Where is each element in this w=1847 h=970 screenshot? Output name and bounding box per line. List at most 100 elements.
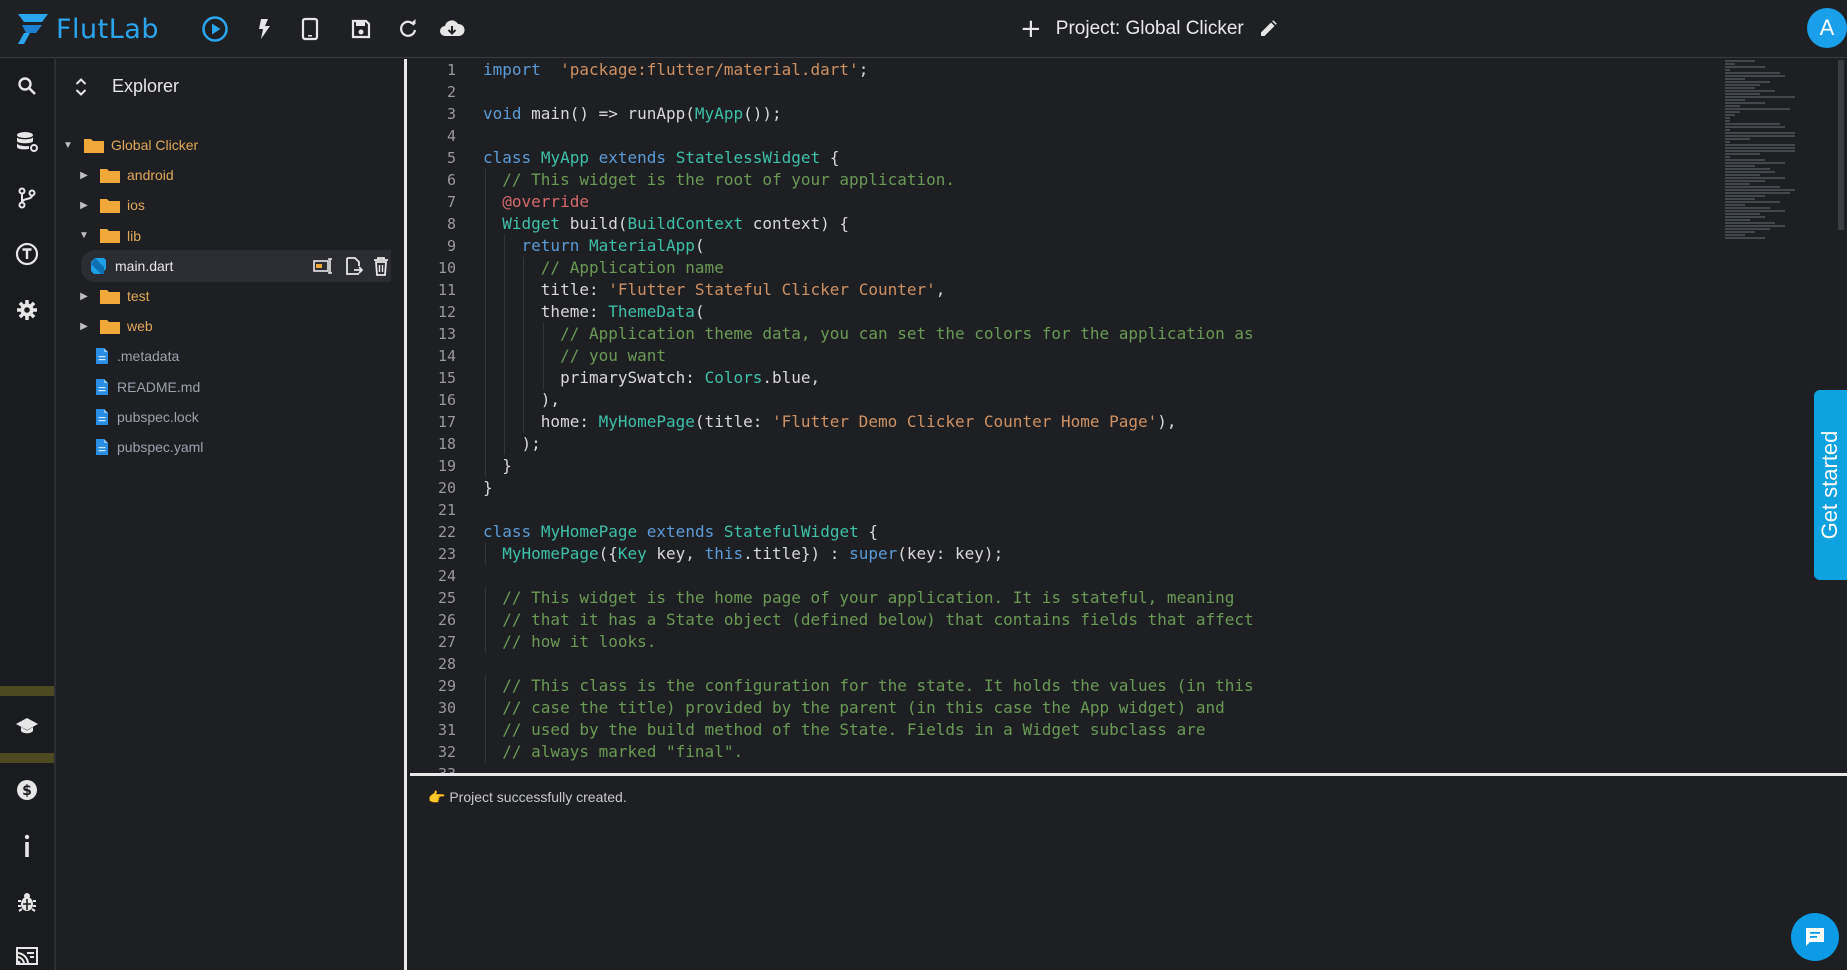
cast-button[interactable] [0, 929, 54, 970]
caret-down-icon[interactable]: ▼ [61, 138, 75, 152]
code-line[interactable]: @override [483, 191, 1254, 213]
search-button[interactable] [0, 59, 54, 113]
code-line[interactable]: // that it has a State object (defined b… [483, 609, 1254, 631]
delete-icon[interactable] [373, 256, 389, 276]
line-number: 33 [410, 763, 458, 773]
code-line[interactable]: // case the title) provided by the paren… [483, 697, 1254, 719]
download-button[interactable] [434, 11, 470, 47]
code-line[interactable]: void main() => runApp(MyApp()); [483, 103, 1254, 125]
caret-down-icon[interactable]: ▼ [77, 229, 91, 243]
code-line[interactable]: // Application theme data, you can set t… [483, 323, 1254, 345]
line-number: 8 [446, 215, 456, 233]
folder-android[interactable]: ▶ android [57, 159, 397, 191]
save-button[interactable] [343, 11, 379, 47]
typography-button[interactable] [0, 227, 54, 281]
file-pubspec-lock[interactable]: pubspec.lock [57, 401, 397, 433]
code-line[interactable]: ); [483, 433, 1254, 455]
code-token: import [483, 60, 541, 79]
minimap-line [1725, 123, 1780, 125]
collapse-expand-icon[interactable] [74, 77, 88, 97]
pricing-button[interactable]: $ [0, 763, 54, 817]
code-line[interactable]: // used by the build method of the State… [483, 719, 1254, 741]
code-line[interactable]: theme: ThemeData( [483, 301, 1254, 323]
code-line[interactable]: } [483, 455, 1254, 477]
code-line[interactable]: // Application name [483, 257, 1254, 279]
learn-button[interactable] [0, 699, 54, 753]
code-line[interactable] [483, 81, 1254, 103]
device-button[interactable] [292, 11, 328, 47]
minimap-line [1725, 111, 1740, 113]
code-line[interactable]: // you want [483, 345, 1254, 367]
indent-guide [485, 697, 486, 719]
move-file-icon[interactable] [345, 256, 363, 276]
file-pubspec-yaml[interactable]: pubspec.yaml [57, 431, 397, 463]
code-line[interactable]: import 'package:flutter/material.dart'; [483, 59, 1254, 81]
get-started-tab[interactable]: Get started [1814, 390, 1847, 580]
caret-right-icon[interactable]: ▶ [77, 289, 91, 303]
flutlab-logo[interactable]: FlutLab [12, 8, 159, 50]
code-line[interactable]: } [483, 477, 1254, 499]
code-line[interactable]: class MyApp extends StatelessWidget { [483, 147, 1254, 169]
code-line[interactable]: class MyHomePage extends StatefulWidget … [483, 521, 1254, 543]
code-content[interactable]: import 'package:flutter/material.dart'; v… [483, 59, 1254, 773]
code-line[interactable] [483, 499, 1254, 521]
code-line[interactable]: // This widget is the root of your appli… [483, 169, 1254, 191]
code-line[interactable] [483, 565, 1254, 587]
code-line[interactable]: // This class is the configuration for t… [483, 675, 1254, 697]
minimap[interactable] [1725, 60, 1810, 260]
file-metadata[interactable]: .metadata [57, 340, 397, 372]
hot-reload-button[interactable] [246, 11, 282, 47]
indent-guide [523, 389, 525, 411]
database-button[interactable] [0, 115, 54, 169]
code-editor[interactable]: 1 2 3 4 5 6 7 8 9 10 11 12 13 14 15 16 17 18 19 20 21 22 23 24 2… [410, 59, 1847, 773]
console-message: 👉 Project successfully created. [428, 789, 627, 806]
indent-guide [523, 367, 525, 389]
user-avatar[interactable]: A [1807, 8, 1847, 48]
folder-ios[interactable]: ▶ ios [57, 189, 397, 221]
caret-right-icon[interactable]: ▶ [77, 198, 91, 212]
folder-web[interactable]: ▶ web [57, 310, 397, 342]
git-button[interactable] [0, 171, 54, 225]
run-button[interactable] [197, 11, 233, 47]
code-line[interactable]: // always marked "final". [483, 741, 1254, 763]
bug-report-button[interactable] [0, 875, 54, 929]
refresh-button[interactable] [390, 11, 426, 47]
minimap-line [1725, 84, 1760, 86]
chat-button[interactable] [1791, 913, 1839, 961]
file-readme-md[interactable]: README.md [57, 371, 397, 403]
code-line[interactable]: ), [483, 389, 1254, 411]
editor-scrollbar[interactable] [1838, 60, 1844, 230]
code-line[interactable]: home: MyHomePage(title: 'Flutter Demo Cl… [483, 411, 1254, 433]
code-line[interactable]: // This widget is the home page of your … [483, 587, 1254, 609]
code-line[interactable]: title: 'Flutter Stateful Clicker Counter… [483, 279, 1254, 301]
indent-guide [523, 345, 525, 367]
code-line[interactable]: Widget build(BuildContext context) { [483, 213, 1254, 235]
minimap-line [1725, 201, 1780, 203]
code-line[interactable]: return MaterialApp( [483, 235, 1254, 257]
folder-global-clicker[interactable]: ▼ Global Clicker [57, 129, 397, 161]
caret-right-icon[interactable]: ▶ [77, 168, 91, 182]
settings-button[interactable] [0, 283, 54, 337]
code-token: ), [1157, 412, 1177, 431]
code-line[interactable] [483, 125, 1254, 147]
code-token: .blue, [762, 368, 821, 387]
new-project-icon[interactable]: + [1020, 16, 1042, 42]
dart-file-icon [89, 257, 115, 275]
code-line[interactable] [483, 763, 1254, 773]
code-token: ); [483, 434, 541, 453]
code-line[interactable]: primarySwatch: Colors.blue, [483, 367, 1254, 389]
line-number: 18 [437, 435, 456, 453]
edit-pencil-icon[interactable] [1258, 19, 1278, 39]
minimap-line [1725, 213, 1760, 215]
code-line[interactable]: MyHomePage({Key key, this.title}) : supe… [483, 543, 1254, 565]
code-line[interactable]: // how it looks. [483, 631, 1254, 653]
folder-lib[interactable]: ▼ lib [57, 220, 397, 252]
code-line[interactable] [483, 653, 1254, 675]
folder-test[interactable]: ▶ test [57, 280, 397, 312]
rename-icon[interactable] [313, 257, 335, 275]
info-button[interactable] [0, 819, 54, 873]
caret-right-icon[interactable]: ▶ [77, 319, 91, 333]
file-main-dart[interactable]: main.dart [81, 249, 391, 282]
indent-guide [504, 235, 506, 257]
